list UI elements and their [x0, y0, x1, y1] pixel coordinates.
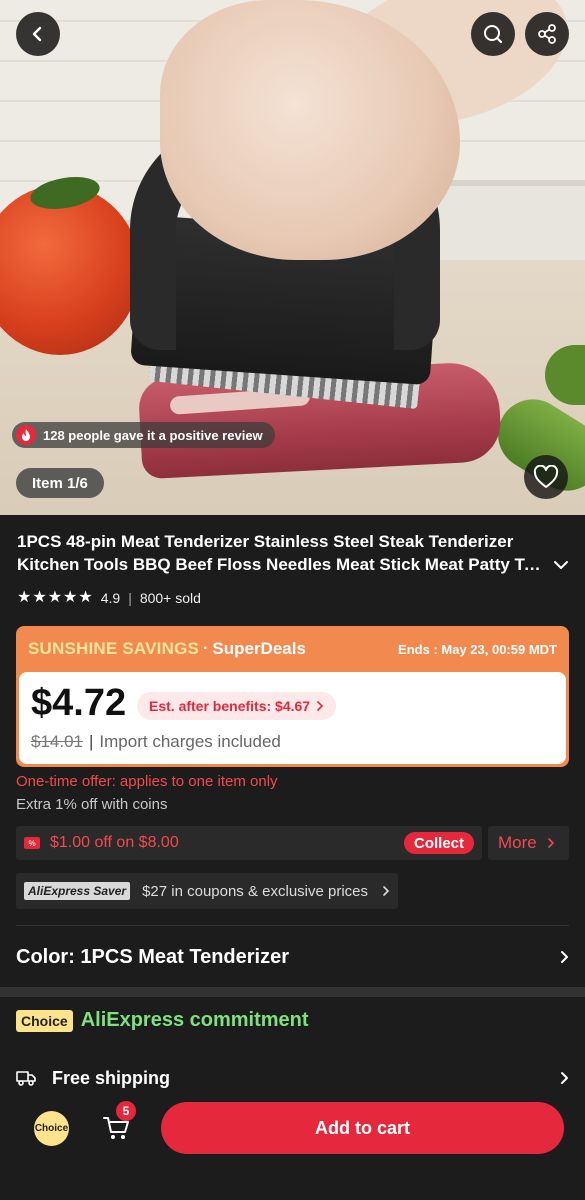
product-title: 1PCS 48-pin Meat Tenderizer Stainless St…: [17, 530, 542, 576]
color-label: Color: 1PCS Meat Tenderizer: [16, 945, 290, 968]
sold-count: 800+ sold: [139, 590, 201, 606]
star-icon: ★: [17, 589, 32, 606]
one-time-offer-text: One-time offer: applies to one item only: [16, 773, 278, 790]
choice-badge: Choice: [16, 1009, 73, 1032]
free-shipping-row[interactable]: Free shipping: [16, 1064, 569, 1092]
more-label: More: [498, 833, 537, 852]
original-price-line: $14.01 | Import charges included: [31, 732, 281, 752]
commitment-header: Choice AliExpress commitment: [16, 1009, 309, 1032]
chevron-right-icon: [561, 1072, 568, 1084]
deal-ends-time: Ends : May 23, 00:59 MDT: [398, 641, 557, 657]
search-icon: [484, 25, 503, 44]
aliexpress-saver-row[interactable]: AliExpress Saver $27 in coupons & exclus…: [16, 873, 398, 909]
est-benefits-text: Est. after benefits: $4.67: [149, 698, 311, 714]
product-title-line-1: 1PCS 48-pin Meat Tenderizer Stainless St…: [17, 532, 514, 551]
original-price: $14.01: [31, 732, 83, 751]
star-icon: ★: [32, 589, 47, 606]
search-button[interactable]: [471, 12, 515, 56]
star-icon: ★: [63, 589, 78, 606]
sunshine-savings-label: SUNSHINE SAVINGS: [28, 639, 200, 658]
aliexpress-saver-logo: AliExpress Saver: [24, 882, 131, 900]
rating-separator: |: [128, 590, 132, 606]
rating-row[interactable]: ★ ★ ★ ★ ★ 4.9 | 800+ sold: [17, 590, 201, 607]
collect-button[interactable]: Collect: [403, 832, 474, 854]
color-selector[interactable]: Color: 1PCS Meat Tenderizer: [16, 940, 569, 974]
positive-review-badge: 128 people gave it a positive review: [12, 422, 275, 448]
image-counter: Item 1/6: [16, 468, 104, 498]
coupon-text: $1.00 off on $8.00: [50, 834, 179, 851]
share-button[interactable]: [525, 12, 569, 56]
commitment-title: AliExpress commitment: [80, 1009, 309, 1031]
fire-icon: [16, 425, 36, 445]
est-benefits-pill[interactable]: Est. after benefits: $4.67: [137, 692, 337, 720]
deal-header: SUNSHINE SAVINGS · SuperDeals Ends : May…: [16, 626, 569, 672]
current-price: $4.72: [31, 682, 127, 724]
section-separator: [0, 987, 585, 997]
star-icon: ★: [78, 589, 93, 606]
chevron-right-icon: [317, 701, 324, 711]
saver-text: $27 in coupons & exclusive prices: [142, 882, 369, 900]
chevron-right-icon: [547, 838, 554, 848]
superdeals-label: SuperDeals: [212, 639, 306, 658]
price-separator: |: [89, 732, 94, 751]
chevron-right-icon: [383, 886, 390, 896]
free-shipping-label: Free shipping: [52, 1067, 171, 1088]
share-icon: [538, 24, 556, 44]
chevron-down-icon[interactable]: [552, 556, 570, 574]
price-panel: $4.72 Est. after benefits: $4.67 $14.01 …: [19, 672, 566, 764]
section-divider: [16, 925, 569, 926]
add-to-cart-button[interactable]: Add to cart: [161, 1102, 564, 1154]
truck-icon: [16, 1071, 36, 1086]
superdeals-card[interactable]: SUNSHINE SAVINGS · SuperDeals Ends : May…: [16, 626, 569, 767]
heart-icon: [533, 465, 559, 488]
deal-dot: ·: [203, 640, 209, 657]
import-charges-note: Import charges included: [99, 732, 281, 751]
positive-review-text: 128 people gave it a positive review: [43, 427, 263, 443]
chevron-right-icon: [561, 951, 568, 963]
coupon-icon: %: [24, 837, 40, 849]
star-rating: ★ ★ ★ ★ ★: [17, 590, 93, 606]
chevron-left-icon: [32, 26, 42, 42]
coins-discount-text: Extra 1% off with coins: [16, 796, 168, 813]
product-title-line-2: Kitchen Tools BBQ Beef Floss Needles Mea…: [17, 555, 542, 574]
back-button[interactable]: [16, 12, 60, 56]
coupon-row[interactable]: % $1.00 off on $8.00 Collect: [16, 826, 482, 860]
wishlist-button[interactable]: [524, 455, 568, 499]
more-coupons-button[interactable]: More: [488, 826, 569, 860]
rating-value: 4.9: [100, 590, 121, 606]
cart-count-badge: 5: [116, 1101, 136, 1121]
choice-button[interactable]: Choice: [34, 1111, 69, 1146]
star-icon: ★: [47, 589, 63, 606]
